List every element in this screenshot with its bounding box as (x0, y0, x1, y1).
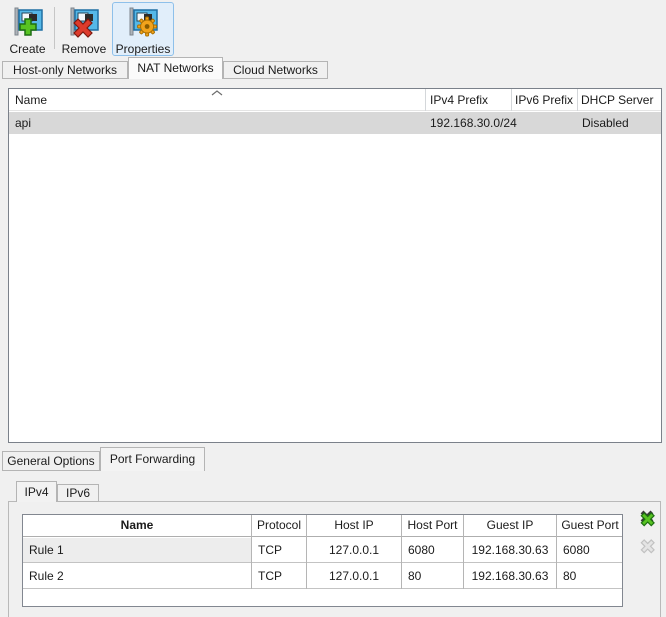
nat-networks-table: Name IPv4 Prefix IPv6 Prefix DHCP Server… (8, 88, 662, 443)
toolbar-separator (54, 7, 55, 49)
column-header-ipv6-prefix[interactable]: IPv6 Prefix (515, 89, 573, 111)
pf-cell-name[interactable]: Rule 2 (23, 564, 251, 588)
pf-rule-row[interactable]: Rule 1 TCP 127.0.0.1 6080 192.168.30.63 … (23, 538, 622, 563)
tab-cloud-networks[interactable]: Cloud Networks (223, 61, 328, 79)
network-row-api[interactable]: api 192.168.30.0/24 Disabled (9, 112, 661, 134)
pf-cell-guest-ip[interactable]: 192.168.30.63 (464, 564, 556, 588)
column-divider (577, 89, 578, 111)
tab-port-forwarding[interactable]: Port Forwarding (100, 447, 205, 471)
networks-table-header: Name IPv4 Prefix IPv6 Prefix DHCP Server (9, 89, 661, 111)
column-divider (401, 515, 402, 589)
pf-cell-host-ip[interactable]: 127.0.0.1 (307, 538, 401, 562)
sort-ascending-icon (211, 90, 223, 96)
copy-rule-icon[interactable] (636, 537, 658, 559)
network-dhcp-server-cell: Disabled (582, 112, 629, 134)
create-button-label: Create (9, 43, 45, 56)
pf-cell-host-port[interactable]: 80 (402, 564, 463, 588)
pf-cell-protocol[interactable]: TCP (252, 564, 306, 588)
network-manager-window: Create Remove (0, 0, 666, 617)
column-divider (511, 89, 512, 111)
properties-button-label: Properties (116, 43, 171, 56)
port-forwarding-table: Name Protocol Host IP Host Port Guest IP… (22, 514, 623, 607)
network-properties-icon (127, 6, 159, 41)
pf-column-host-ip[interactable]: Host IP (307, 515, 401, 536)
column-header-name[interactable]: Name (15, 89, 47, 111)
pf-column-guest-ip[interactable]: Guest IP (464, 515, 556, 536)
network-ipv4-prefix-cell: 192.168.30.0/24 (430, 112, 517, 134)
column-divider (463, 515, 464, 589)
pf-cell-guest-ip[interactable]: 192.168.30.63 (464, 538, 556, 562)
network-create-icon (12, 6, 44, 41)
remove-button-label: Remove (62, 43, 107, 56)
column-divider (425, 89, 426, 111)
tab-host-only-networks[interactable]: Host-only Networks (2, 61, 128, 79)
pf-column-host-port[interactable]: Host Port (402, 515, 463, 536)
pf-cell-host-ip[interactable]: 127.0.0.1 (307, 564, 401, 588)
pf-rule-row[interactable]: Rule 2 TCP 127.0.0.1 80 192.168.30.63 80 (23, 564, 622, 589)
column-header-ipv4-prefix[interactable]: IPv4 Prefix (430, 89, 488, 111)
tab-general-options[interactable]: General Options (2, 451, 100, 471)
column-header-dhcp-server[interactable]: DHCP Server (581, 89, 653, 111)
port-forwarding-header: Name Protocol Host IP Host Port Guest IP… (23, 515, 622, 537)
column-divider (556, 515, 557, 589)
pf-cell-guest-port[interactable]: 6080 (557, 538, 623, 562)
pf-column-protocol[interactable]: Protocol (252, 515, 306, 536)
tab-ipv4[interactable]: IPv4 (16, 481, 57, 502)
network-remove-icon (68, 6, 100, 41)
pf-cell-guest-port[interactable]: 80 (557, 564, 623, 588)
pf-column-guest-port[interactable]: Guest Port (557, 515, 623, 536)
add-rule-icon[interactable] (636, 510, 658, 532)
pf-cell-host-port[interactable]: 6080 (402, 538, 463, 562)
tab-ipv6[interactable]: IPv6 (57, 484, 99, 502)
pf-cell-name[interactable]: Rule 1 (23, 538, 251, 562)
create-button[interactable]: Create (2, 2, 53, 56)
column-divider (306, 515, 307, 589)
pf-column-name[interactable]: Name (23, 515, 251, 536)
properties-button[interactable]: Properties (112, 2, 174, 56)
pf-cell-protocol[interactable]: TCP (252, 538, 306, 562)
tab-nat-networks[interactable]: NAT Networks (128, 57, 223, 79)
remove-button[interactable]: Remove (57, 2, 111, 56)
column-divider (251, 515, 252, 589)
network-name-cell: api (15, 112, 31, 134)
